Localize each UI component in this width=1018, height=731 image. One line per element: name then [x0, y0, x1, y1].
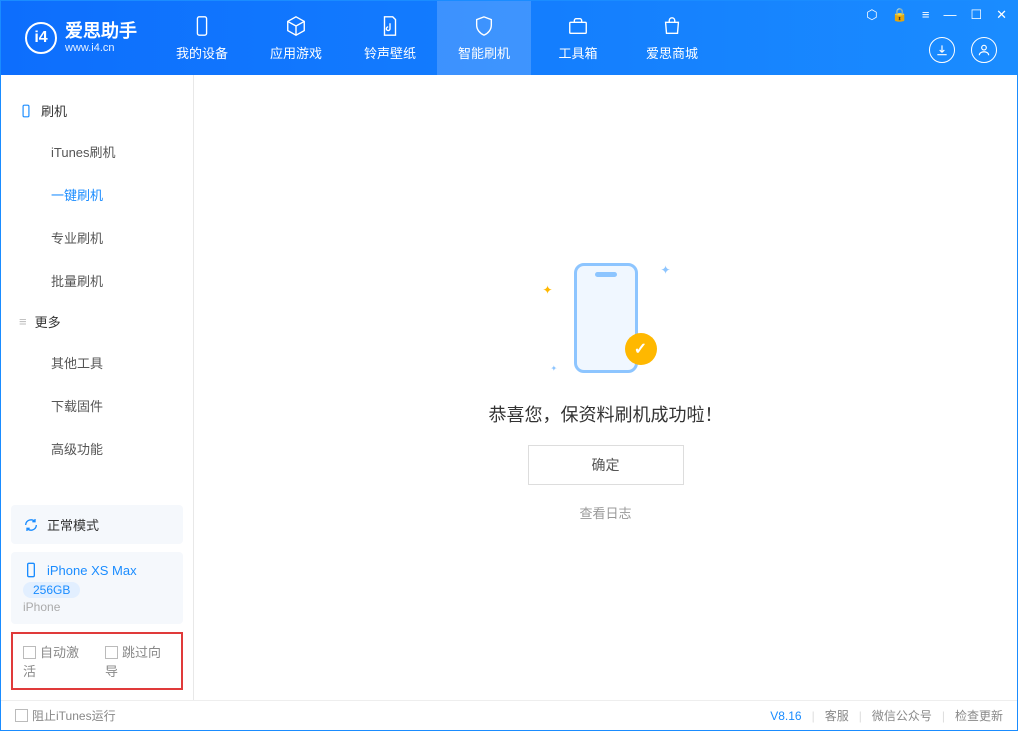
- sidebar-item-oneclick-flash[interactable]: 一键刷机: [1, 173, 193, 216]
- version-label: V8.16: [770, 709, 801, 723]
- block-itunes-checkbox[interactable]: 阻止iTunes运行: [15, 707, 116, 724]
- view-log-link[interactable]: 查看日志: [579, 503, 631, 522]
- cube-icon: [284, 14, 308, 38]
- device-name: iPhone XS Max: [47, 563, 137, 578]
- bag-icon: [660, 14, 684, 38]
- minimize-button[interactable]: —: [943, 7, 956, 23]
- header: i4 爱思助手 www.i4.cn 我的设备 应用游戏 铃声壁纸 智能刷机 工具…: [1, 1, 1017, 75]
- success-message: 恭喜您，保资料刷机成功啦！: [489, 401, 723, 427]
- ok-button[interactable]: 确定: [528, 445, 684, 485]
- logo-icon: i4: [25, 22, 57, 54]
- flash-options-box: 自动激活 跳过向导: [11, 632, 183, 690]
- top-tabs: 我的设备 应用游戏 铃声壁纸 智能刷机 工具箱 爱思商城: [155, 1, 719, 75]
- tab-ringtone-wallpaper[interactable]: 铃声壁纸: [343, 1, 437, 75]
- download-icon[interactable]: [929, 37, 955, 63]
- shield-icon: [472, 14, 496, 38]
- sidebar-item-other-tools[interactable]: 其他工具: [1, 341, 193, 384]
- maximize-button[interactable]: ☐: [970, 7, 982, 23]
- main-content: ✦ ✦ ✦ ✓ 恭喜您，保资料刷机成功啦！ 确定 查看日志: [194, 75, 1017, 700]
- toolbox-icon: [566, 14, 590, 38]
- app-subtitle: www.i4.cn: [65, 42, 137, 54]
- auto-activate-checkbox[interactable]: 自动激活: [23, 642, 89, 680]
- tab-toolbox[interactable]: 工具箱: [531, 1, 625, 75]
- mode-label: 正常模式: [47, 515, 99, 534]
- sidebar-group-flash: 刷机: [1, 91, 193, 130]
- sidebar-item-batch-flash[interactable]: 批量刷机: [1, 259, 193, 302]
- footer-link-wechat[interactable]: 微信公众号: [872, 707, 932, 724]
- sidebar: 刷机 iTunes刷机 一键刷机 专业刷机 批量刷机 ≡更多 其他工具 下载固件…: [1, 75, 194, 700]
- tab-apps-games[interactable]: 应用游戏: [249, 1, 343, 75]
- tab-store[interactable]: 爱思商城: [625, 1, 719, 75]
- app-logo: i4 爱思助手 www.i4.cn: [1, 22, 155, 54]
- sidebar-item-itunes-flash[interactable]: iTunes刷机: [1, 130, 193, 173]
- mode-card[interactable]: 正常模式: [11, 505, 183, 544]
- tab-smart-flash[interactable]: 智能刷机: [437, 1, 531, 75]
- close-button[interactable]: ✕: [996, 7, 1007, 23]
- sidebar-item-pro-flash[interactable]: 专业刷机: [1, 216, 193, 259]
- header-right-icons: [929, 37, 997, 63]
- footer-link-support[interactable]: 客服: [825, 707, 849, 724]
- phone-icon: [190, 14, 214, 38]
- menu-icon[interactable]: ≡: [922, 7, 930, 23]
- window-controls: ⬡ 🔒 ≡ — ☐ ✕: [866, 7, 1007, 23]
- device-type: iPhone: [23, 600, 171, 614]
- music-file-icon: [378, 14, 402, 38]
- user-icon[interactable]: [971, 37, 997, 63]
- lock-icon[interactable]: 🔒: [892, 7, 908, 23]
- footer-link-update[interactable]: 检查更新: [955, 707, 1003, 724]
- storage-badge: 256GB: [23, 582, 80, 598]
- sidebar-group-more: ≡更多: [1, 302, 193, 341]
- footer: 阻止iTunes运行 V8.16 | 客服 | 微信公众号 | 检查更新: [1, 700, 1017, 730]
- tab-my-device[interactable]: 我的设备: [155, 1, 249, 75]
- app-title: 爱思助手: [65, 22, 137, 42]
- device-card[interactable]: iPhone XS Max 256GB iPhone: [11, 552, 183, 624]
- device-icon: [23, 562, 39, 578]
- success-illustration: ✦ ✦ ✦ ✓: [541, 253, 671, 383]
- refresh-icon: [23, 517, 39, 533]
- sidebar-item-advanced[interactable]: 高级功能: [1, 427, 193, 470]
- check-icon: ✓: [625, 333, 657, 365]
- shirt-icon[interactable]: ⬡: [866, 7, 877, 23]
- sidebar-item-download-firmware[interactable]: 下载固件: [1, 384, 193, 427]
- skip-guide-checkbox[interactable]: 跳过向导: [105, 642, 171, 680]
